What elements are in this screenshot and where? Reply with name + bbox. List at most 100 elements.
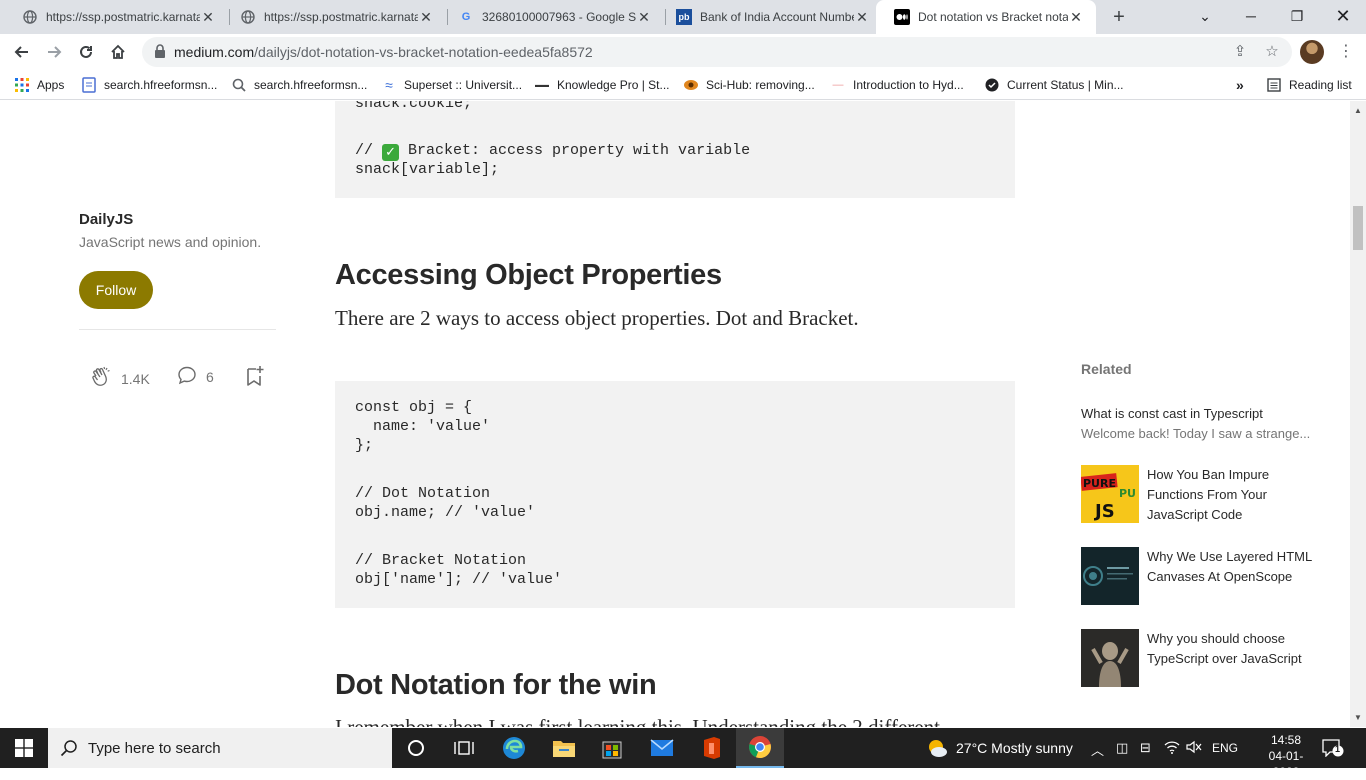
notification-icon	[1322, 739, 1344, 758]
task-view-icon	[454, 741, 474, 755]
close-tab-icon[interactable]: ✕	[636, 9, 652, 25]
url-text[interactable]: medium.com/dailyjs/dot-notation-vs-brack…	[174, 44, 593, 60]
bookmark-star-icon[interactable]: ☆	[1262, 42, 1282, 62]
bookmark-label: Apps	[37, 78, 65, 92]
tab-strip: https://ssp.postmatric.karnataka ✕ https…	[0, 0, 1366, 34]
thumb-text-js: JS	[1093, 501, 1115, 522]
page-scrollbar[interactable]: ▲ ▼	[1350, 101, 1366, 727]
related-thumbnail	[1081, 629, 1139, 687]
tab-google-search[interactable]: G 32680100007963 - Google Search ✕	[440, 0, 664, 34]
new-tab-button[interactable]: +	[1108, 6, 1130, 28]
edge-icon	[503, 737, 525, 759]
weather-text[interactable]: 27°C Mostly sunny	[956, 740, 1073, 756]
code-line: obj.name; // 'value'	[355, 504, 536, 521]
tab-title: 32680100007963 - Google Search	[482, 10, 636, 24]
taskbar-office[interactable]	[688, 728, 736, 768]
clock-date: 04-01-2022	[1268, 749, 1304, 779]
bookmark-superset[interactable]: ≈ Superset :: Universit...	[381, 76, 522, 94]
share-icon[interactable]: ⇪	[1230, 42, 1250, 62]
scroll-down-arrow-icon[interactable]: ▼	[1353, 713, 1363, 723]
dash-icon: —	[832, 79, 844, 91]
tab-search-button[interactable]: ⌄	[1182, 0, 1228, 34]
taskbar-clock[interactable]: 14:58 04-01-2022	[1258, 732, 1314, 780]
bookmark-label: Sci-Hub: removing...	[706, 78, 815, 92]
bookmark-label: Superset :: Universit...	[404, 78, 523, 92]
code-line: snack[variable];	[355, 161, 500, 178]
globe-icon	[240, 9, 256, 25]
scrollbar-thumb[interactable]	[1353, 206, 1363, 250]
responses-button[interactable]: 6	[177, 365, 214, 388]
reload-button[interactable]	[72, 38, 100, 66]
meet-now-icon[interactable]: ◫	[1116, 740, 1128, 756]
bookmark-knowledge-pro[interactable]: ▬▬ Knowledge Pro | St...	[534, 76, 670, 94]
thumb-text-pure: PURE	[1083, 477, 1116, 490]
sidebar-divider	[79, 329, 276, 330]
scroll-up-arrow-icon[interactable]: ▲	[1353, 106, 1363, 116]
taskbar-chrome[interactable]	[736, 728, 784, 768]
reading-list-button[interactable]: Reading list	[1266, 76, 1352, 94]
task-view-button[interactable]	[440, 728, 488, 768]
speaker-muted-icon[interactable]	[1186, 740, 1202, 757]
menu-kebab-icon[interactable]: ⋮	[1336, 40, 1356, 64]
close-tab-icon[interactable]: ✕	[418, 9, 434, 25]
tab-ssp-2[interactable]: https://ssp.postmatric.karnataka ✕	[222, 0, 446, 34]
windows-taskbar: Type here to search 27°C Mostly sunny ︿ …	[0, 728, 1366, 779]
bookmark-scihub[interactable]: Sci-Hub: removing...	[683, 76, 815, 94]
minimize-button[interactable]: ─	[1228, 0, 1274, 34]
related-title: Why you should choose TypeScript over Ja…	[1147, 631, 1302, 666]
close-tab-icon[interactable]: ✕	[200, 9, 216, 25]
bookmark-search-1[interactable]: search.hfreeformsn...	[81, 76, 217, 94]
start-button[interactable]	[0, 728, 48, 768]
clap-count: 1.4K	[121, 370, 150, 387]
save-bookmark-button[interactable]	[245, 365, 265, 390]
close-tab-icon[interactable]: ✕	[854, 9, 870, 25]
more-bookmarks-button[interactable]: »	[1236, 76, 1244, 94]
related-first-item[interactable]: What is const cast in Typescript Welcome…	[1081, 404, 1310, 444]
office-icon	[704, 737, 720, 759]
close-tab-icon[interactable]: ✕	[1068, 9, 1084, 25]
tab-dot-notation-active[interactable]: Dot notation vs Bracket notation ✕	[876, 0, 1096, 34]
cortana-button[interactable]	[392, 728, 440, 768]
action-center-button[interactable]: 1	[1322, 739, 1344, 758]
taskbar-file-explorer[interactable]	[540, 728, 588, 768]
code-line: obj['name']; // 'value'	[355, 571, 563, 588]
bookmark-current-status[interactable]: Current Status | Min...	[984, 76, 1124, 94]
superset-icon: ≈	[385, 77, 393, 93]
lock-icon[interactable]	[154, 44, 170, 60]
tab-title: https://ssp.postmatric.karnataka	[264, 10, 418, 24]
show-hidden-icons-chevron-icon[interactable]: ︿	[1091, 740, 1104, 759]
address-bar[interactable]: medium.com/dailyjs/dot-notation-vs-brack…	[142, 37, 1292, 67]
thumb-text-pu: PU	[1119, 487, 1136, 500]
bookmarks-bar: Apps search.hfreeformsn... search.hfreef…	[0, 70, 1366, 100]
article-paragraph: There are 2 ways to access object proper…	[335, 306, 859, 330]
taskbar-mail[interactable]	[638, 728, 686, 768]
tab-bank-of-india[interactable]: pb Bank of India Account Number ✕	[658, 0, 882, 34]
taskbar-search-box[interactable]: Type here to search	[48, 728, 392, 768]
clap-button[interactable]: 1.4K	[89, 365, 150, 392]
bookmark-search-2[interactable]: search.hfreeformsn...	[231, 76, 367, 94]
weather-icon[interactable]	[926, 738, 948, 761]
wifi-icon[interactable]	[1164, 740, 1180, 757]
taskbar-store[interactable]	[588, 728, 636, 768]
forward-button[interactable]	[40, 38, 68, 66]
close-window-button[interactable]: ✕	[1320, 0, 1366, 34]
search-icon	[231, 77, 247, 93]
search-icon	[60, 739, 78, 757]
related-subtitle: Welcome back! Today I saw a strange...	[1081, 426, 1311, 441]
network-ethernet-icon[interactable]: ⊟	[1140, 740, 1151, 756]
code-line-comment: // ✓ Bracket: access property with varia…	[355, 141, 750, 161]
bookmark-apps[interactable]: Apps	[14, 76, 64, 94]
home-button[interactable]	[104, 38, 132, 66]
bookmark-hydraulics[interactable]: — Introduction to Hyd...	[830, 76, 964, 94]
publication-name[interactable]: DailyJS	[79, 211, 133, 228]
tab-ssp-1[interactable]: https://ssp.postmatric.karnataka ✕	[4, 0, 228, 34]
reading-list-label: Reading list	[1289, 78, 1352, 92]
bookmark-label: Knowledge Pro | St...	[557, 78, 670, 92]
code-line: name: 'value'	[355, 418, 491, 435]
taskbar-edge[interactable]	[490, 728, 538, 768]
language-indicator[interactable]: ENG	[1212, 741, 1238, 755]
back-button[interactable]	[8, 38, 36, 66]
restore-button[interactable]: ❐	[1274, 0, 1320, 34]
profile-avatar[interactable]	[1300, 40, 1324, 64]
follow-button[interactable]: Follow	[79, 271, 153, 309]
